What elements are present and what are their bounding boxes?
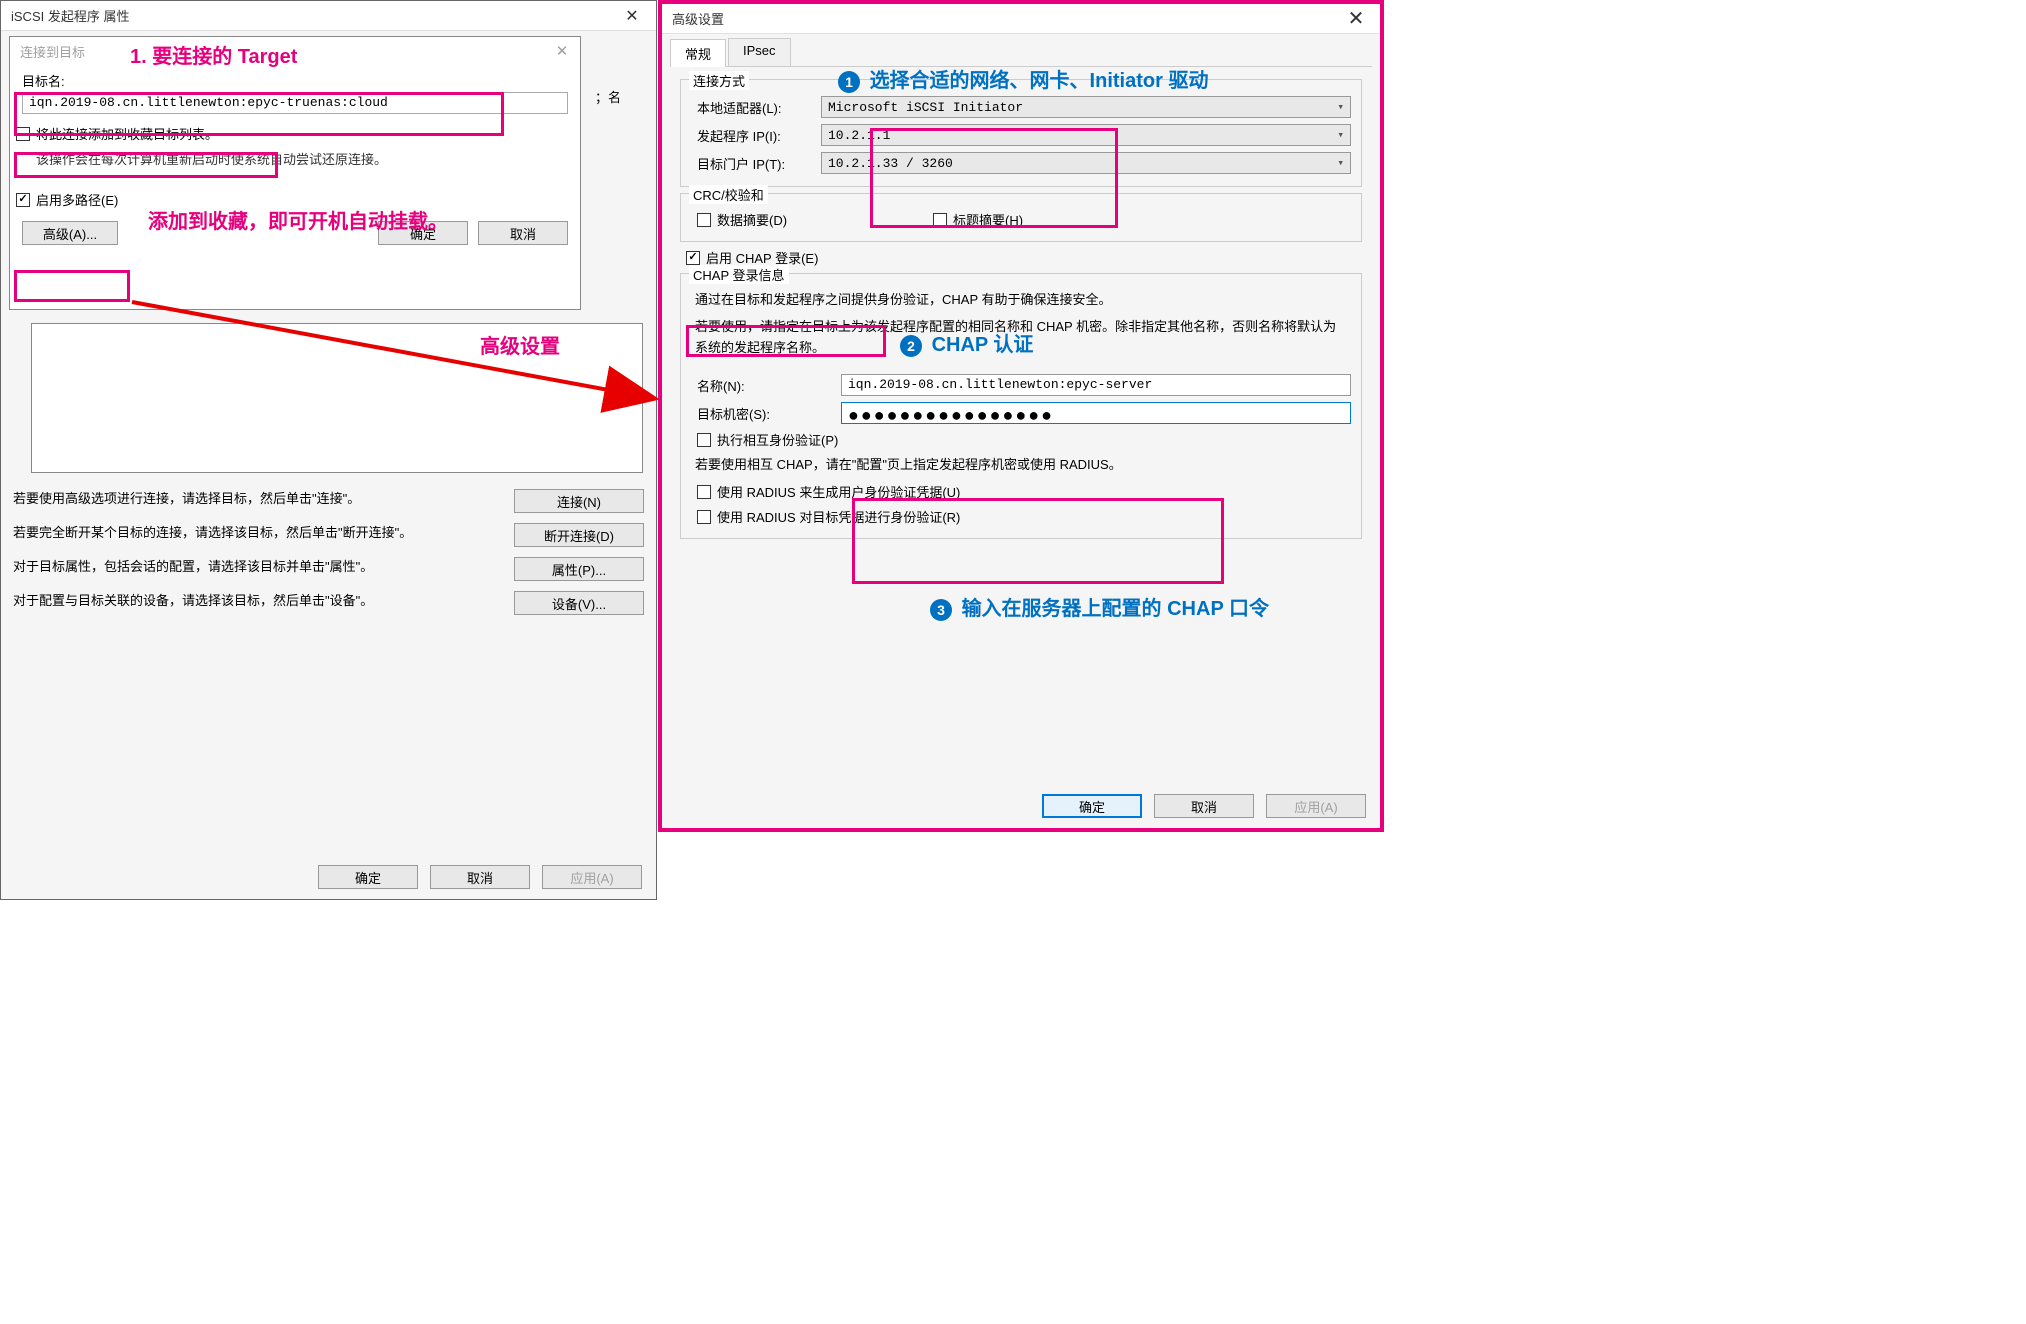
checkbox-icon [686,251,700,265]
left-titlebar: iSCSI 发起程序 属性 ✕ [1,1,656,31]
left-window-title: iSCSI 发起程序 属性 [11,6,129,25]
crc-group: CRC/校验和 数据摘要(D) 标题摘要(H) [680,193,1362,242]
local-adapter-label: 本地适配器(L): [691,98,821,117]
data-digest-label: 数据摘要(D) [717,210,787,229]
initiator-ip-value: 10.2.1.1 [828,128,890,143]
initiator-ip-dropdown[interactable]: 10.2.1.1 ▾ [821,124,1351,146]
crc-label: CRC/校验和 [689,185,768,204]
checkbox-icon [697,510,711,524]
left-bottom-bar: 确定 取消 应用(A) [318,865,642,889]
peek-suffix-text: ；名 [595,87,621,106]
connect-to-target-dialog: 连接到目标 ✕ 目标名: iqn.2019-08.cn.littlenewton… [9,36,581,310]
tab-general[interactable]: 常规 [670,39,726,67]
chap-name-input[interactable]: iqn.2019-08.cn.littlenewton:epyc-server [841,374,1351,396]
chap-info-group: CHAP 登录信息 通过在目标和发起程序之间提供身份验证，CHAP 有助于确保连… [680,273,1362,539]
cancel-button[interactable]: 取消 [1154,794,1254,818]
ok-button[interactable]: 确定 [318,865,418,889]
ok-button[interactable]: 确定 [1042,794,1142,818]
target-portal-label: 目标门户 IP(T): [691,154,821,173]
add-to-favorites-label: 将此连接添加到收藏目标列表。 [36,124,218,143]
favorites-help-text: 该操作会在每次计算机重新启动时使系统自动尝试还原连接。 [10,149,580,168]
iscsi-initiator-properties-window: iSCSI 发起程序 属性 ✕ ；名 连接到目标 ✕ 目标名: iqn.2019… [0,0,657,900]
properties-button[interactable]: 属性(P)... [514,557,644,581]
chap-name-value: iqn.2019-08.cn.littlenewton:epyc-server [848,377,1152,392]
mutual-auth-checkbox[interactable]: 执行相互身份验证(P) [691,430,1351,449]
add-to-favorites-checkbox[interactable]: 将此连接添加到收藏目标列表。 [10,124,580,143]
close-icon[interactable]: ✕ [548,42,576,60]
connection-method-label: 连接方式 [689,71,749,90]
connect-button[interactable]: 连接(N) [514,489,644,513]
target-name-value: iqn.2019-08.cn.littlenewton:epyc-truenas… [29,95,388,110]
close-icon[interactable]: ✕ [612,3,652,29]
checkbox-icon [697,213,711,227]
radius-user-label: 使用 RADIUS 来生成用户身份验证凭据(U) [717,482,960,501]
right-titlebar: 高级设置 ✕ [662,4,1380,34]
cancel-button[interactable]: 取消 [478,221,568,245]
annotation-b3: 3 输入在服务器上配置的 CHAP 口令 [930,592,1269,621]
checkbox-icon [16,127,30,141]
close-icon[interactable]: ✕ [1336,6,1376,32]
chap-info-label: CHAP 登录信息 [689,265,789,284]
connection-method-group: 连接方式 本地适配器(L): Microsoft iSCSI Initiator… [680,79,1362,187]
right-window-title: 高级设置 [672,9,724,28]
radius-target-checkbox[interactable]: 使用 RADIUS 对目标凭据进行身份验证(R) [691,507,1351,526]
tab-ipsec[interactable]: IPsec [728,38,791,66]
advanced-button[interactable]: 高级(A)... [22,221,118,245]
mutual-desc: 若要使用相互 CHAP，请在"配置"页上指定发起程序机密或使用 RADIUS。 [695,455,1347,476]
chap-desc-1: 通过在目标和发起程序之间提供身份验证，CHAP 有助于确保连接安全。 [695,290,1347,311]
badge-2-icon: 2 [900,335,922,357]
chap-name-label: 名称(N): [691,376,841,395]
chap-secret-label: 目标机密(S): [691,404,841,423]
checkbox-icon [697,485,711,499]
target-portal-dropdown[interactable]: 10.2.1.33 / 3260 ▾ [821,152,1351,174]
header-digest-label: 标题摘要(H) [953,210,1023,229]
chevron-down-icon: ▾ [1337,156,1344,170]
apply-button[interactable]: 应用(A) [542,865,642,889]
disconnect-button[interactable]: 断开连接(D) [514,523,644,547]
disconnect-help-text: 若要完全断开某个目标的连接，请选择该目标，然后单击"断开连接"。 [13,523,494,543]
target-name-input[interactable]: iqn.2019-08.cn.littlenewton:epyc-truenas… [22,92,568,114]
devices-help-text: 对于配置与目标关联的设备，请选择该目标，然后单击"设备"。 [13,591,494,611]
header-digest-checkbox[interactable]: 标题摘要(H) [927,210,1023,229]
annotation-fav: 添加到收藏，即可开机自动挂载。 [148,205,448,234]
connect-help-text: 若要使用高级选项进行连接，请选择目标，然后单击"连接"。 [13,489,494,509]
properties-help-text: 对于目标属性，包括会话的配置，请选择该目标并单击"属性"。 [13,557,494,577]
devices-button[interactable]: 设备(V)... [514,591,644,615]
annotation-b2: 2 CHAP 认证 [900,328,1033,357]
initiator-ip-label: 发起程序 IP(I): [691,126,821,145]
enable-multipath-label: 启用多路径(E) [36,190,118,209]
chap-secret-input[interactable]: ●●●●●●●●●●●●●●●● [841,402,1351,424]
badge-3-icon: 3 [930,599,952,621]
advanced-settings-window: 高级设置 ✕ 常规 IPsec 连接方式 本地适配器(L): Microsoft… [658,0,1384,832]
tabs: 常规 IPsec [670,38,1372,67]
apply-button[interactable]: 应用(A) [1266,794,1366,818]
annotation-1: 1. 要连接的 Target [130,40,297,69]
cancel-button[interactable]: 取消 [430,865,530,889]
chap-secret-value: ●●●●●●●●●●●●●●●● [848,405,1054,425]
radius-user-checkbox[interactable]: 使用 RADIUS 来生成用户身份验证凭据(U) [691,482,1351,501]
target-portal-value: 10.2.1.33 / 3260 [828,156,953,171]
radius-target-label: 使用 RADIUS 对目标凭据进行身份验证(R) [717,507,960,526]
annotation-advanced: 高级设置 [480,330,560,359]
checkbox-icon [933,213,947,227]
chevron-down-icon: ▾ [1337,100,1344,114]
data-digest-checkbox[interactable]: 数据摘要(D) [691,210,787,229]
chevron-down-icon: ▾ [1337,128,1344,142]
local-adapter-dropdown[interactable]: Microsoft iSCSI Initiator ▾ [821,96,1351,118]
local-adapter-value: Microsoft iSCSI Initiator [828,100,1023,115]
annotation-b1: 1 选择合适的网络、网卡、Initiator 驱动 [838,64,1208,93]
checkbox-icon [697,433,711,447]
checkbox-icon [16,193,30,207]
mutual-auth-label: 执行相互身份验证(P) [717,430,838,449]
right-bottom-bar: 确定 取消 应用(A) [1042,794,1366,818]
connect-dialog-title: 连接到目标 [20,42,85,61]
tab-content-general: 连接方式 本地适配器(L): Microsoft iSCSI Initiator… [662,67,1380,551]
target-name-label: 目标名: [22,71,568,90]
badge-1-icon: 1 [838,71,860,93]
